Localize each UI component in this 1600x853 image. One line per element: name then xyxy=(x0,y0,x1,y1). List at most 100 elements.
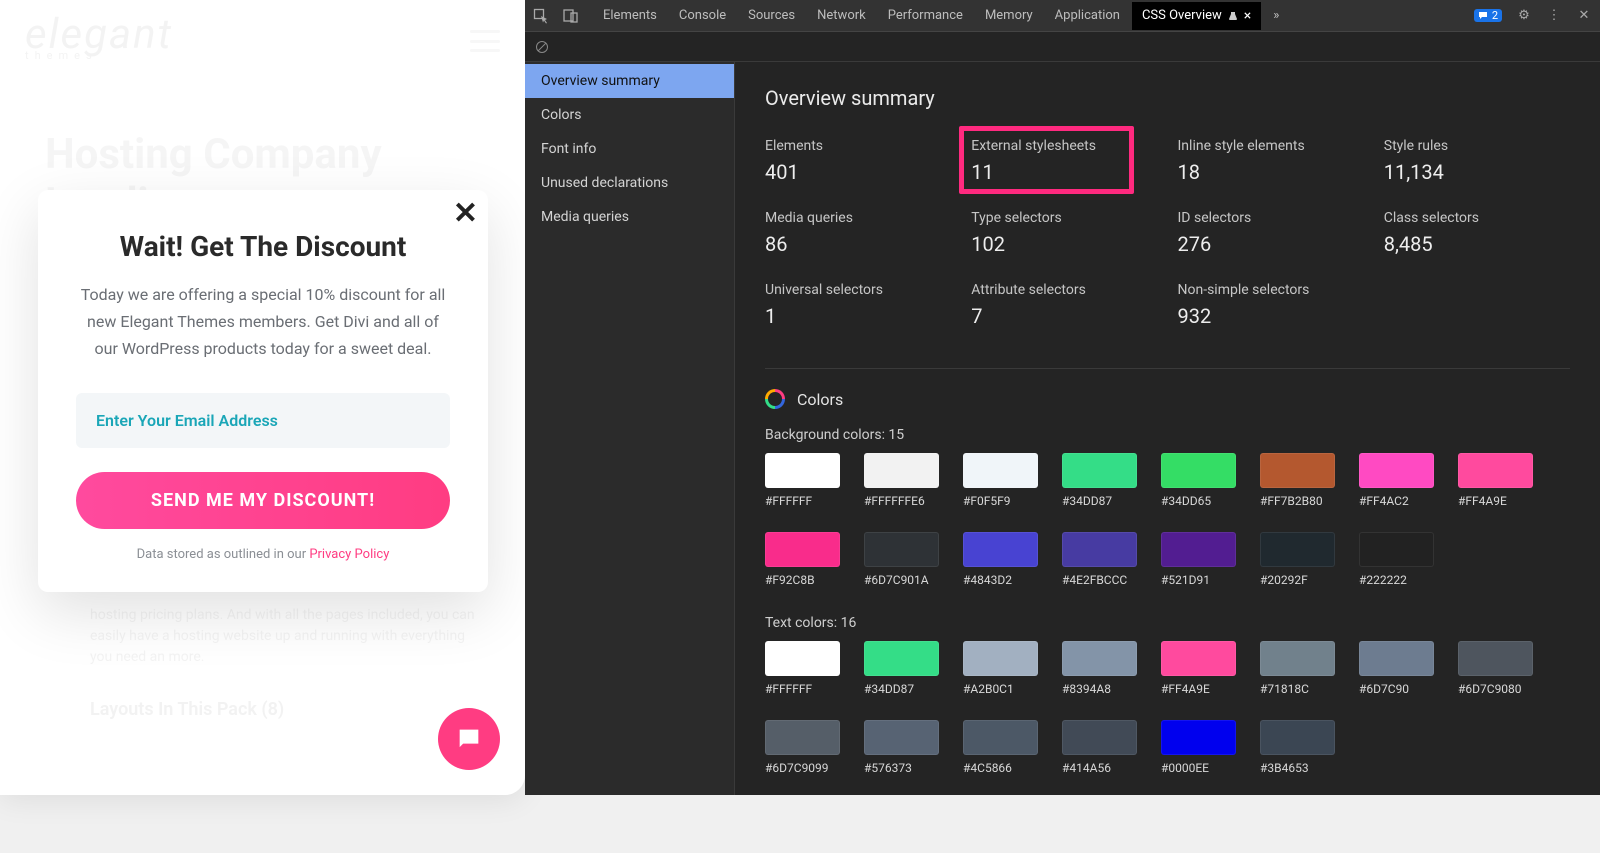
stats-grid: Elements401External stylesheets11Inline … xyxy=(765,138,1570,328)
swatch-hex: #FFFFFF xyxy=(765,682,840,696)
color-swatch[interactable] xyxy=(1161,720,1236,755)
swatch-item: #F0F5F9 xyxy=(963,453,1038,508)
sidebar-item-unused[interactable]: Unused declarations xyxy=(525,166,734,200)
sidebar-item-fontinfo[interactable]: Font info xyxy=(525,132,734,166)
color-swatch[interactable] xyxy=(1260,532,1335,567)
swatch-hex: #34DD87 xyxy=(864,682,939,696)
color-swatch[interactable] xyxy=(765,720,840,755)
colors-section-title: Colors xyxy=(765,389,1570,409)
swatch-hex: #3B4653 xyxy=(1260,761,1335,775)
stat-label: External stylesheets xyxy=(971,138,1157,154)
stat-label: Non-simple selectors xyxy=(1178,282,1364,298)
color-swatch[interactable] xyxy=(1062,532,1137,567)
swatch-item: #6D7C9080 xyxy=(1458,641,1533,696)
stat-value: 8,485 xyxy=(1384,232,1570,256)
devtools-subbar xyxy=(525,32,1600,62)
color-swatch[interactable] xyxy=(864,720,939,755)
privacy-note: Data stored as outlined in our Privacy P… xyxy=(76,547,450,562)
swatch-hex: #FF4A9E xyxy=(1458,494,1533,508)
swatch-item: #8394A8 xyxy=(1062,641,1137,696)
stat-label: Universal selectors xyxy=(765,282,951,298)
color-swatch[interactable] xyxy=(1062,453,1137,488)
tab-console[interactable]: Console xyxy=(679,8,726,24)
color-swatch[interactable] xyxy=(1260,641,1335,676)
color-swatch[interactable] xyxy=(1359,532,1434,567)
swatch-item: #FF4AC2 xyxy=(1359,453,1434,508)
swatch-item: #6D7C9099 xyxy=(765,720,840,775)
swatch-hex: #71818C xyxy=(1260,682,1335,696)
privacy-link[interactable]: Privacy Policy xyxy=(309,547,389,562)
tab-memory[interactable]: Memory xyxy=(985,8,1033,24)
swatch-item: #20292F xyxy=(1260,532,1335,587)
color-swatch[interactable] xyxy=(1458,453,1533,488)
tab-application[interactable]: Application xyxy=(1055,8,1120,24)
clear-icon[interactable] xyxy=(535,40,549,54)
swatch-item: #FFFFFF xyxy=(765,641,840,696)
color-swatch[interactable] xyxy=(1062,720,1137,755)
tabs-overflow[interactable]: » xyxy=(1273,8,1279,24)
tab-network[interactable]: Network xyxy=(817,8,866,24)
sidebar-item-overview[interactable]: Overview summary xyxy=(525,64,734,98)
color-swatch[interactable] xyxy=(765,453,840,488)
email-field[interactable] xyxy=(76,393,450,448)
swatch-item: #FF7B2B80 xyxy=(1260,453,1335,508)
gear-icon[interactable]: ⚙ xyxy=(1516,8,1532,24)
color-swatch[interactable] xyxy=(963,532,1038,567)
color-swatch[interactable] xyxy=(1260,720,1335,755)
stat-external-stylesheets: External stylesheets11 xyxy=(971,138,1157,184)
send-discount-button[interactable]: SEND ME MY DISCOUNT! xyxy=(76,472,450,529)
issues-badge[interactable]: 2 xyxy=(1474,9,1502,22)
color-swatch[interactable] xyxy=(1359,453,1434,488)
stat-elements: Elements401 xyxy=(765,138,951,184)
swatch-hex: #6D7C9080 xyxy=(1458,682,1533,696)
color-swatch[interactable] xyxy=(963,720,1038,755)
stat-value: 18 xyxy=(1178,160,1364,184)
color-swatch[interactable] xyxy=(765,532,840,567)
swatch-item: #FFFFFF xyxy=(765,453,840,508)
color-swatch[interactable] xyxy=(1260,453,1335,488)
stat-label: Elements xyxy=(765,138,951,154)
color-swatch[interactable] xyxy=(1161,532,1236,567)
color-swatch[interactable] xyxy=(1458,641,1533,676)
color-swatch[interactable] xyxy=(864,453,939,488)
inspect-icon[interactable] xyxy=(533,8,549,24)
swatch-item: #F92C8B xyxy=(765,532,840,587)
devtools-toolbar: Elements Console Sources Network Perform… xyxy=(525,0,1600,32)
tab-elements[interactable]: Elements xyxy=(603,8,657,24)
swatch-item: #FFFFFFE6 xyxy=(864,453,939,508)
color-swatch[interactable] xyxy=(1062,641,1137,676)
sidebar-item-media[interactable]: Media queries xyxy=(525,200,734,234)
devtools-close-icon[interactable]: ✕ xyxy=(1576,8,1592,24)
color-swatch[interactable] xyxy=(963,453,1038,488)
swatch-item: #521D91 xyxy=(1161,532,1236,587)
tab-performance[interactable]: Performance xyxy=(888,8,963,24)
kebab-icon[interactable]: ⋮ xyxy=(1546,8,1562,24)
close-tab-icon[interactable]: × xyxy=(1244,8,1251,24)
swatch-hex: #414A56 xyxy=(1062,761,1137,775)
swatch-item: #6D7C90 xyxy=(1359,641,1434,696)
chat-fab[interactable] xyxy=(438,708,500,770)
color-swatch[interactable] xyxy=(864,532,939,567)
swatch-hex: #222222 xyxy=(1359,573,1434,587)
color-swatch[interactable] xyxy=(1161,641,1236,676)
swatch-item: #3B4653 xyxy=(1260,720,1335,775)
tab-css-overview[interactable]: CSS Overview × xyxy=(1132,2,1261,30)
color-swatch[interactable] xyxy=(765,641,840,676)
stat-attribute-selectors: Attribute selectors7 xyxy=(971,282,1157,328)
color-swatch[interactable] xyxy=(1161,453,1236,488)
color-ring-icon xyxy=(765,389,785,409)
close-icon[interactable]: ✕ xyxy=(453,196,478,231)
tab-sources[interactable]: Sources xyxy=(748,8,795,24)
swatch-item: #34DD65 xyxy=(1161,453,1236,508)
swatch-item: #222222 xyxy=(1359,532,1434,587)
swatch-hex: #521D91 xyxy=(1161,573,1236,587)
color-swatch[interactable] xyxy=(963,641,1038,676)
modal-title: Wait! Get The Discount xyxy=(76,230,450,263)
color-swatch[interactable] xyxy=(1359,641,1434,676)
color-swatch[interactable] xyxy=(864,641,939,676)
swatch-item: #FF4A9E xyxy=(1161,641,1236,696)
text-swatch-row: #FFFFFF#34DD87#A2B0C1#8394A8#FF4A9E#7181… xyxy=(765,641,1570,775)
sidebar-item-colors[interactable]: Colors xyxy=(525,98,734,132)
device-icon[interactable] xyxy=(563,8,579,24)
summary-title: Overview summary xyxy=(765,86,1570,110)
